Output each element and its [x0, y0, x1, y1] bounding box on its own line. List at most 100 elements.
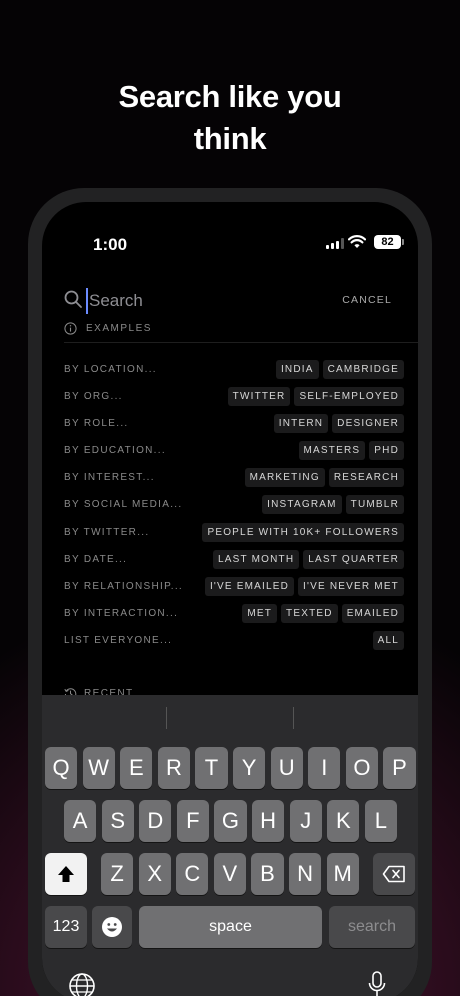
example-chips: MET TEXTED EMAILED	[242, 603, 404, 623]
example-row: BY INTEREST... MARKETING RESEARCH	[64, 466, 404, 493]
example-chips: ALL	[372, 630, 404, 650]
example-row: BY RELATIONSHIP... I'VE EMAILED I'VE NEVER…	[64, 575, 404, 602]
suggestion-bar[interactable]	[42, 695, 418, 739]
example-chip[interactable]: CAMBRIDGE	[322, 360, 404, 379]
delete-key[interactable]	[373, 853, 415, 895]
example-row: BY ROLE... INTERN DESIGNER	[64, 412, 404, 439]
headline-line-2: think	[193, 121, 267, 156]
key-y[interactable]: Y	[233, 747, 266, 789]
key-n[interactable]: N	[289, 853, 322, 895]
example-chips: MARKETING RESEARCH	[244, 468, 404, 488]
key-i[interactable]: I	[308, 747, 341, 789]
phone-screen: 1:00 82 CANCEL E	[42, 202, 418, 996]
key-c[interactable]: C	[176, 853, 209, 895]
example-row-label: BY LOCATION...	[64, 364, 157, 375]
key-j[interactable]: J	[289, 800, 322, 842]
example-chip[interactable]: MASTERS	[298, 441, 366, 461]
key-r[interactable]: R	[157, 747, 190, 789]
example-chip[interactable]: ALL	[372, 630, 404, 650]
phone-frame: 1:00 82 CANCEL E	[28, 188, 432, 996]
example-chips: INDIA CAMBRIDGE	[275, 360, 404, 379]
space-key[interactable]: space	[139, 906, 322, 948]
emoji-icon	[102, 917, 122, 937]
numbers-key[interactable]: 123	[45, 906, 87, 948]
example-chips: INTERN DESIGNER	[273, 414, 404, 434]
key-s[interactable]: S	[101, 800, 134, 842]
key-m[interactable]: M	[326, 853, 359, 895]
key-z[interactable]: Z	[101, 853, 134, 895]
key-h[interactable]: H	[252, 800, 285, 842]
key-b[interactable]: B	[251, 853, 284, 895]
example-chips: MASTERS PHD	[298, 441, 404, 461]
example-chip[interactable]: EMAILED	[341, 603, 404, 623]
example-chip[interactable]: INDIA	[275, 360, 319, 379]
example-chip[interactable]: I'VE NEVER MET	[298, 576, 404, 596]
key-e[interactable]: E	[120, 747, 153, 789]
emoji-key[interactable]	[92, 906, 132, 948]
example-chip[interactable]: I'VE EMAILED	[204, 576, 295, 596]
example-filters-list: BY LOCATION... INDIA CAMBRIDGE BY ORG... TWI…	[64, 358, 404, 656]
status-bar: 1:00 82	[42, 202, 418, 258]
key-q[interactable]: Q	[45, 747, 78, 789]
example-chip[interactable]: PEOPLE WITH 10K+ FOLLOWERS	[202, 522, 404, 542]
key-k[interactable]: K	[327, 800, 360, 842]
example-chip[interactable]: TUMBLR	[345, 495, 404, 515]
globe-icon[interactable]	[68, 972, 96, 996]
example-row: BY TWITTER... PEOPLE WITH 10K+ FOLLOWERS	[64, 521, 404, 548]
key-p[interactable]: P	[383, 747, 416, 789]
wifi-icon	[348, 235, 366, 248]
divider	[64, 342, 418, 343]
example-chip[interactable]: TEXTED	[281, 603, 338, 623]
example-chip[interactable]: INTERN	[273, 414, 329, 434]
key-l[interactable]: L	[364, 800, 397, 842]
example-row: BY ORG... TWITTER SELF-EMPLOYED	[64, 385, 404, 412]
battery-indicator: 82	[374, 235, 404, 249]
key-w[interactable]: W	[82, 747, 115, 789]
backspace-icon	[382, 865, 405, 883]
key-v[interactable]: V	[213, 853, 246, 895]
example-row: BY EDUCATION... MASTERS PHD	[64, 439, 404, 466]
key-x[interactable]: X	[138, 853, 171, 895]
cellular-signal-icon	[326, 238, 344, 249]
key-d[interactable]: D	[139, 800, 172, 842]
example-chip[interactable]: MET	[242, 603, 278, 623]
example-chips: LAST MONTH LAST QUARTER	[213, 549, 404, 569]
examples-label: EXAMPLES	[86, 322, 152, 334]
shift-key[interactable]	[45, 853, 87, 895]
example-row-label: BY INTEREST...	[64, 472, 155, 484]
search-key[interactable]: search	[329, 906, 415, 948]
example-row-label: BY EDUCATION...	[64, 445, 166, 457]
example-row: BY DATE... LAST MONTH LAST QUARTER	[64, 548, 404, 575]
example-chips: INSTAGRAM TUMBLR	[262, 495, 404, 515]
microphone-icon[interactable]	[367, 970, 387, 996]
headline-line-1: Search like you	[118, 79, 342, 114]
example-chip[interactable]: TWITTER	[227, 387, 291, 407]
example-chip[interactable]: LAST MONTH	[213, 549, 300, 569]
key-a[interactable]: A	[64, 800, 97, 842]
example-row-label: LIST EVERYONE...	[64, 634, 173, 646]
key-o[interactable]: O	[345, 747, 378, 789]
example-chip[interactable]: MARKETING	[244, 468, 325, 488]
example-chip[interactable]: PHD	[369, 441, 404, 461]
info-icon	[64, 321, 77, 335]
key-f[interactable]: F	[176, 800, 209, 842]
example-chips: PEOPLE WITH 10K+ FOLLOWERS	[202, 522, 404, 542]
example-chip[interactable]: SELF-EMPLOYED	[294, 387, 404, 407]
example-row-label: BY INTERACTION...	[64, 607, 179, 619]
example-row: BY INTERACTION... MET TEXTED EMAILED	[64, 602, 404, 629]
example-chip[interactable]: INSTAGRAM	[262, 495, 342, 515]
example-chip[interactable]: DESIGNER	[332, 414, 404, 434]
example-chips: TWITTER SELF-EMPLOYED	[227, 387, 404, 407]
key-t[interactable]: T	[195, 747, 228, 789]
example-row-label: BY TWITTER...	[64, 526, 150, 538]
example-chip[interactable]: LAST QUARTER	[303, 549, 404, 569]
example-row-label: BY RELATIONSHIP...	[64, 580, 183, 592]
cancel-button[interactable]: CANCEL	[342, 294, 392, 306]
example-row: BY SOCIAL MEDIA... INSTAGRAM TUMBLR	[64, 493, 404, 520]
key-g[interactable]: G	[214, 800, 247, 842]
example-chip[interactable]: RESEARCH	[328, 468, 404, 488]
search-input[interactable]	[86, 288, 306, 314]
headline: Search like you think	[0, 76, 460, 160]
example-row-label: BY SOCIAL MEDIA...	[64, 499, 183, 511]
key-u[interactable]: U	[270, 747, 303, 789]
